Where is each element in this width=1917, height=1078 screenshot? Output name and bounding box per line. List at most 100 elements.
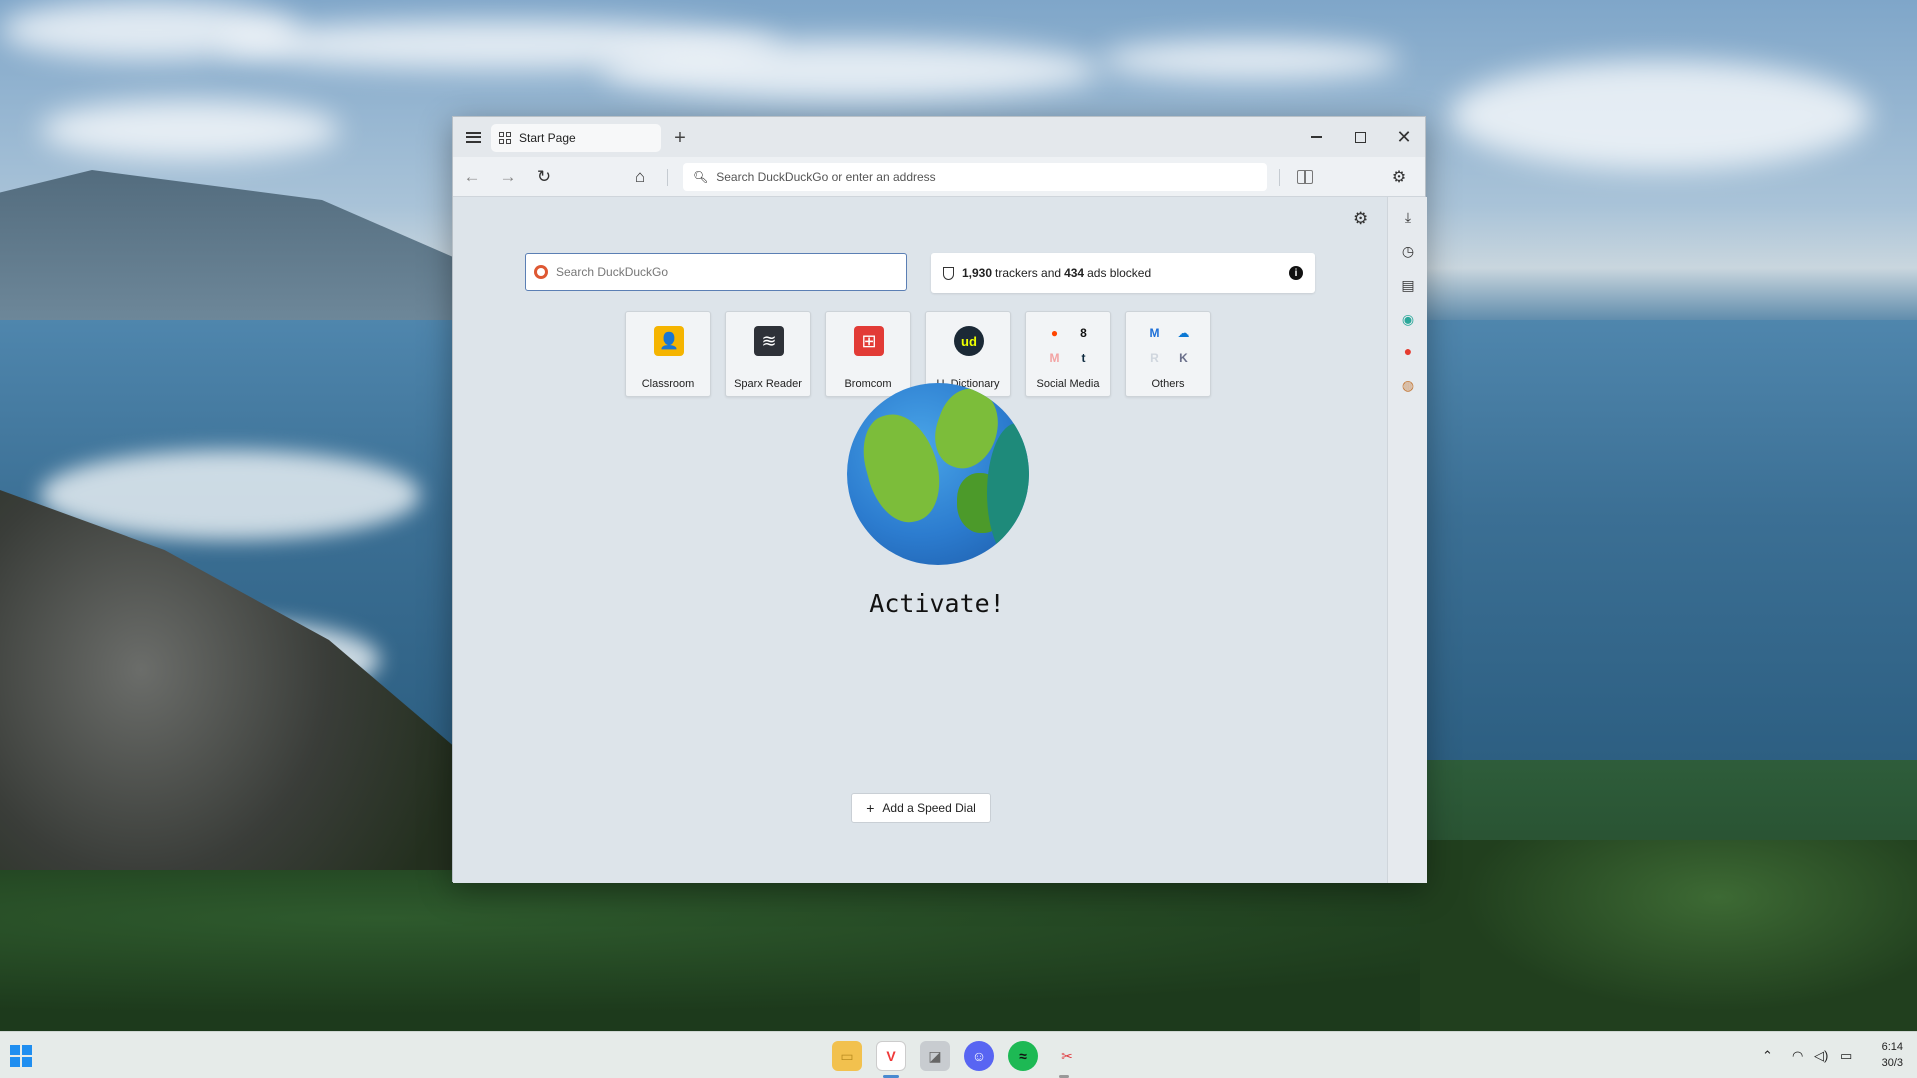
threads-icon: 8 — [1080, 325, 1087, 340]
side-panel-bar: ⤓ ◷ ▤ ◉ ● ◍ — [1387, 197, 1427, 883]
start-page-settings-button[interactable]: ⚙ — [1353, 209, 1368, 229]
mastodon-icon: M — [1049, 350, 1060, 365]
reader-view-button[interactable] — [1293, 165, 1317, 189]
clock-date: 30/3 — [1881, 1057, 1903, 1069]
speed-dial-sparx-reader[interactable]: ≋ Sparx Reader — [725, 311, 811, 397]
web-panel-icon: ● — [1403, 343, 1413, 359]
speed-dial-label: Others — [1151, 378, 1185, 390]
start-button[interactable] — [10, 1045, 32, 1067]
add-speed-dial-button[interactable]: + Add a Speed Dial — [851, 793, 991, 823]
close-icon: ✕ — [1396, 127, 1412, 147]
duckduckgo-icon — [534, 265, 548, 279]
clock[interactable]: 6:14 30/3 — [1882, 1039, 1903, 1071]
sparx-glyph: ≋ — [761, 330, 777, 351]
vivaldi-icon[interactable]: V — [876, 1041, 906, 1071]
trees — [1420, 840, 1917, 1031]
start-page: ⚙ Search DuckDuckGo 1,930 trackers and 4… — [453, 197, 1387, 883]
plus-icon: + — [866, 800, 875, 816]
back-button[interactable]: ← — [459, 164, 485, 190]
address-input[interactable]: 🔍︎ Search DuckDuckGo or enter an address — [683, 163, 1267, 191]
search-placeholder: Search DuckDuckGo — [556, 265, 669, 279]
info-icon[interactable]: i — [1289, 266, 1303, 280]
cloud — [40, 100, 340, 160]
tab-title: Start Page — [519, 131, 576, 145]
tagline: Activate! — [869, 589, 1005, 618]
search-icon: 🔍︎ — [693, 170, 709, 184]
separator — [1279, 169, 1280, 186]
address-placeholder: Search DuckDuckGo or enter an address — [716, 170, 936, 184]
speed-dial-bromcom[interactable]: ⊞ Bromcom — [825, 311, 911, 397]
windows-logo-icon — [10, 1045, 20, 1055]
minimize-button[interactable] — [1293, 117, 1339, 157]
close-button[interactable]: ✕ — [1381, 117, 1427, 157]
web-panel-icon: ◍ — [1401, 376, 1415, 393]
reader-view-icon — [1297, 170, 1313, 184]
menu-button[interactable] — [457, 117, 489, 157]
speed-dial-label: Sparx Reader — [734, 378, 802, 390]
maximize-button[interactable] — [1337, 117, 1383, 157]
cloud — [1450, 60, 1870, 170]
clock-time: 6:14 — [1881, 1041, 1903, 1053]
reload-button[interactable]: ↻ — [531, 164, 557, 190]
bromcom-icon: ⊞ — [854, 326, 884, 356]
google-classroom-icon: 👤 — [654, 326, 684, 356]
web-panel-3-button[interactable]: ◍ — [1398, 375, 1418, 395]
history-icon: ◷ — [1401, 242, 1415, 259]
forward-button[interactable]: → — [495, 164, 521, 190]
windows-logo-pane — [22, 1045, 32, 1055]
globe-illustration — [847, 383, 1029, 565]
web-panel-icon: ◉ — [1401, 310, 1415, 327]
reddit-icon: ● — [1050, 325, 1059, 340]
volume-icon[interactable]: ◁) — [1814, 1048, 1828, 1064]
tab-start-page[interactable]: Start Page — [491, 124, 661, 152]
urban-dictionary-icon: ud — [954, 326, 984, 356]
battery-icon[interactable]: ▭ — [1840, 1048, 1852, 1064]
extensions-icon: ⚙ — [1391, 169, 1407, 186]
trackers-text: trackers and — [995, 266, 1062, 280]
speed-dial-classroom[interactable]: 👤 Classroom — [625, 311, 711, 397]
bromcom-glyph: ⊞ — [861, 330, 877, 351]
speed-dial-icon — [499, 132, 511, 144]
ads-count: 434 — [1064, 266, 1085, 280]
web-panel-1-button[interactable]: ◉ — [1398, 309, 1418, 329]
taskbar: ▭ V ◪ ☺ ≈ ✂ ⌃ ◠ ◁) ▭ 6:14 30/3 — [0, 1031, 1917, 1078]
notes-panel-button[interactable]: ▤ — [1398, 275, 1418, 295]
web-panel-2-button[interactable]: ● — [1398, 341, 1418, 361]
new-tab-button[interactable]: + — [667, 125, 693, 151]
reload-icon: ↻ — [536, 167, 552, 186]
windows-logo-pane — [22, 1057, 32, 1067]
downloads-panel-button[interactable]: ⤓ — [1398, 207, 1418, 227]
home-icon: ⌂ — [634, 167, 646, 186]
title-bar: Start Page + ✕ — [453, 117, 1425, 157]
speed-dial-folder-others[interactable]: M ☁ R K Others — [1125, 311, 1211, 397]
file-explorer-icon[interactable]: ▭ — [832, 1041, 862, 1071]
chevron-up-icon[interactable]: ⌃ — [1762, 1048, 1773, 1064]
shield-icon — [943, 266, 954, 280]
plus-icon: + — [674, 126, 686, 149]
spotify-icon[interactable]: ≈ — [1008, 1041, 1038, 1071]
classroom-glyph: 👤 — [659, 333, 679, 350]
windows-logo-pane — [10, 1057, 20, 1067]
hamburger-icon — [465, 131, 481, 143]
mountain — [0, 170, 460, 320]
arrow-right-icon: → — [499, 167, 517, 186]
speed-dial-label: Bromcom — [844, 378, 892, 390]
extensions-button[interactable]: ⚙ — [1387, 165, 1411, 189]
search-input[interactable]: Search DuckDuckGo — [525, 253, 907, 291]
ads-text: ads blocked — [1087, 266, 1152, 280]
home-button[interactable]: ⌂ — [627, 164, 653, 190]
download-icon: ⤓ — [1404, 208, 1412, 225]
wifi-icon[interactable]: ◠ — [1792, 1048, 1803, 1064]
notes-icon: ▤ — [1401, 276, 1415, 293]
snipping-tool-icon[interactable]: ✂ — [1052, 1041, 1082, 1071]
minimize-icon — [1310, 136, 1322, 138]
app-icon[interactable]: ◪ — [920, 1041, 950, 1071]
history-panel-button[interactable]: ◷ — [1398, 241, 1418, 261]
tracker-blocker-summary: 1,930 trackers and 434 ads blocked i — [931, 253, 1315, 293]
speed-dial-folder-social-media[interactable]: ● 8 M t Social Media — [1025, 311, 1111, 397]
cloud — [1100, 40, 1400, 80]
discord-icon[interactable]: ☺ — [964, 1041, 994, 1071]
app-k-icon: K — [1179, 350, 1188, 365]
others-folder-icon: M ☁ R K — [1140, 320, 1198, 370]
trackers-count: 1,930 — [962, 266, 993, 280]
